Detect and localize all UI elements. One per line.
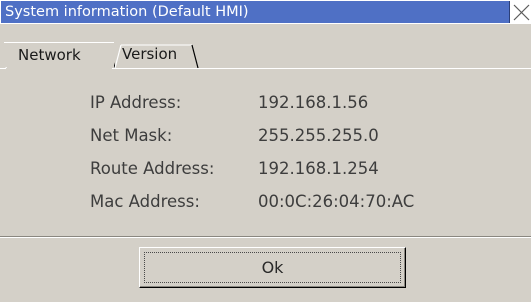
mac-address-value: 00:0C:26:04:70:AC	[258, 192, 415, 211]
tab-network-label: Network	[18, 46, 81, 64]
ok-button[interactable]: Ok	[139, 247, 406, 288]
tab-network[interactable]: Network	[4, 42, 114, 67]
net-mask-label: Net Mask:	[90, 126, 173, 145]
close-button[interactable]	[511, 1, 531, 23]
tab-version[interactable]: Version	[118, 42, 204, 67]
info-row-net-mask: Net Mask: 255.255.255.0	[90, 124, 510, 148]
tab-bar: Network Version	[0, 42, 531, 69]
ip-address-value: 192.168.1.56	[258, 93, 369, 112]
route-address-label: Route Address:	[90, 159, 215, 178]
info-row-mac-address: Mac Address: 00:0C:26:04:70:AC	[90, 190, 510, 214]
tab-panel-top-edge	[112, 68, 531, 69]
ip-address-label: IP Address:	[90, 93, 182, 112]
button-separator	[0, 236, 531, 238]
tab-version-label: Version	[122, 45, 178, 63]
window-title: System information (Default HMI)	[5, 4, 249, 20]
tab-panel-top-edge-left	[0, 68, 6, 69]
ok-button-label: Ok	[261, 258, 284, 277]
info-row-ip-address: IP Address: 192.168.1.56	[90, 91, 510, 115]
title-bar-fill: System information (Default HMI)	[1, 1, 510, 23]
mac-address-label: Mac Address:	[90, 192, 200, 211]
close-icon	[513, 4, 530, 21]
net-mask-value: 255.255.255.0	[258, 126, 379, 145]
info-row-route-address: Route Address: 192.168.1.254	[90, 157, 510, 181]
system-information-dialog: System information (Default HMI) Network…	[0, 0, 531, 302]
route-address-value: 192.168.1.254	[258, 159, 379, 178]
title-bar: System information (Default HMI)	[0, 0, 531, 24]
